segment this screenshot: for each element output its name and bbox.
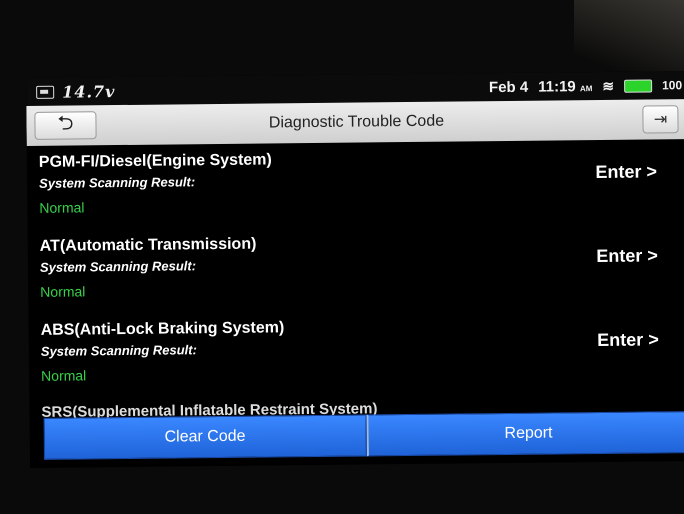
car-battery-icon bbox=[36, 85, 55, 99]
list-item[interactable]: AT(Automatic Transmission) System Scanni… bbox=[28, 225, 684, 316]
status-right: Feb 4 11:19 AM ≋ 100 bbox=[488, 77, 683, 96]
voltage-readout: 14.7v bbox=[62, 81, 116, 102]
wifi-icon: ≋ bbox=[602, 77, 615, 94]
status-date: Feb 4 bbox=[488, 78, 529, 96]
back-button[interactable]: ⮌ bbox=[34, 111, 97, 140]
battery-icon bbox=[624, 78, 653, 93]
status-clock: 11:19 bbox=[538, 77, 576, 96]
bottom-action-bar: Clear Code Report bbox=[43, 411, 684, 460]
status-left: 14.7v bbox=[36, 81, 116, 102]
list-item[interactable]: ABS(Anti-Lock Braking System) System Sca… bbox=[28, 309, 684, 400]
list-item[interactable]: PGM-FI/Diesel(Engine System) System Scan… bbox=[27, 141, 684, 232]
system-status: Normal bbox=[39, 199, 85, 216]
bezel-glare bbox=[574, 0, 684, 80]
system-subtitle: System Scanning Result: bbox=[40, 342, 197, 359]
system-name: AT(Automatic Transmission) bbox=[39, 235, 257, 255]
enter-button[interactable]: Enter > bbox=[597, 329, 659, 351]
clear-code-button[interactable]: Clear Code bbox=[43, 414, 367, 460]
report-button[interactable]: Report bbox=[366, 411, 684, 457]
device-screen: 14.7v Feb 4 11:19 AM ≋ 100 ⮌ Diagnostic … bbox=[26, 71, 684, 468]
page-title: Diagnostic Trouble Code bbox=[268, 112, 445, 132]
status-time: 11:19 AM bbox=[538, 77, 593, 96]
title-bar: ⮌ Diagnostic Trouble Code ⇥ bbox=[26, 99, 684, 146]
system-status: Normal bbox=[40, 283, 86, 300]
system-list: PGM-FI/Diesel(Engine System) System Scan… bbox=[27, 141, 684, 400]
exit-icon: ⇥ bbox=[653, 111, 668, 129]
back-arrow-icon: ⮌ bbox=[57, 112, 74, 135]
exit-button[interactable]: ⇥ bbox=[642, 105, 679, 134]
status-ampm: AM bbox=[579, 83, 593, 93]
enter-button[interactable]: Enter > bbox=[596, 245, 658, 267]
system-subtitle: System Scanning Result: bbox=[39, 258, 197, 275]
battery-percent: 100 bbox=[662, 78, 683, 93]
system-subtitle: System Scanning Result: bbox=[39, 174, 196, 191]
system-name: ABS(Anti-Lock Braking System) bbox=[40, 319, 285, 339]
system-status: Normal bbox=[41, 367, 87, 384]
enter-button[interactable]: Enter > bbox=[595, 161, 657, 183]
system-name: PGM-FI/Diesel(Engine System) bbox=[38, 151, 272, 171]
